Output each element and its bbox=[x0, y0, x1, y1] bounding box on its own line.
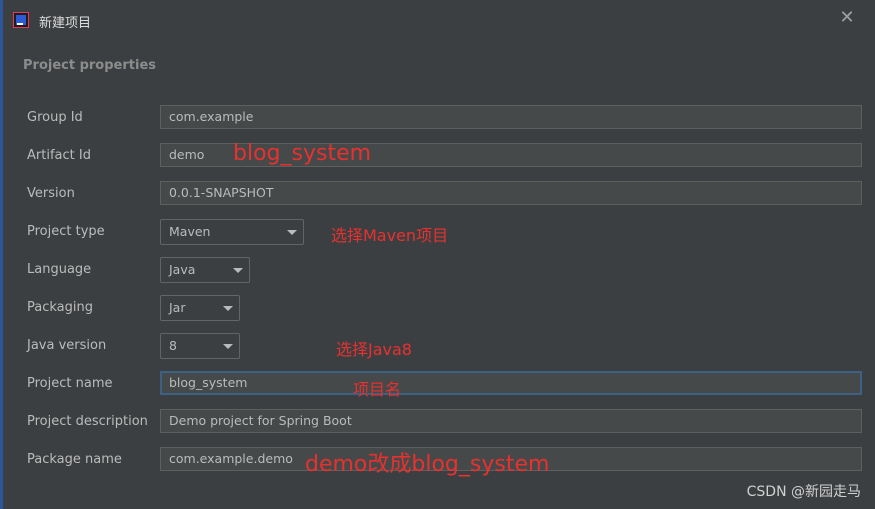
title-bar: 新建项目 ✕ bbox=[3, 0, 875, 40]
csdn-watermark: CSDN @新园走马 bbox=[746, 484, 861, 500]
window-title: 新建项目 bbox=[39, 16, 92, 31]
project-type-label: Project type bbox=[27, 224, 105, 239]
packaging-label: Packaging bbox=[27, 300, 93, 315]
packaging-dropdown[interactable]: Jar bbox=[160, 295, 240, 321]
artifact-id-label: Artifact Id bbox=[27, 148, 91, 163]
annotation-package-name: demo改成blog_system bbox=[305, 452, 550, 477]
group-id-field[interactable]: com.example bbox=[160, 105, 862, 129]
project-name-field[interactable]: blog_system bbox=[160, 371, 862, 395]
group-id-label: Group Id bbox=[27, 110, 83, 125]
chevron-down-icon bbox=[223, 344, 233, 349]
chevron-down-icon bbox=[287, 230, 297, 235]
java-version-label: Java version bbox=[27, 338, 107, 353]
language-dropdown[interactable]: Java bbox=[160, 257, 250, 283]
annotation-artifact: blog_system bbox=[233, 141, 372, 166]
version-field[interactable]: 0.0.1-SNAPSHOT bbox=[160, 181, 862, 205]
section-title: Project properties bbox=[23, 58, 156, 73]
project-description-label: Project description bbox=[27, 414, 148, 429]
intellij-app-icon bbox=[13, 12, 29, 28]
language-label: Language bbox=[27, 262, 92, 277]
annotation-java-version: 选择Java8 bbox=[336, 340, 412, 359]
packaging-value: Jar bbox=[169, 300, 186, 315]
language-value: Java bbox=[169, 262, 196, 277]
project-type-dropdown[interactable]: Maven bbox=[160, 219, 304, 245]
annotation-project-type: 选择Maven项目 bbox=[331, 226, 449, 245]
java-version-dropdown[interactable]: 8 bbox=[160, 333, 240, 359]
annotation-project-name: 项目名 bbox=[353, 380, 402, 399]
close-icon[interactable]: ✕ bbox=[837, 8, 857, 28]
project-type-value: Maven bbox=[169, 224, 211, 239]
chevron-down-icon bbox=[233, 268, 243, 273]
new-project-dialog: 新建项目 ✕ Project properties Group Id com.e… bbox=[0, 0, 875, 509]
chevron-down-icon bbox=[223, 306, 233, 311]
package-name-label: Package name bbox=[27, 452, 122, 467]
version-label: Version bbox=[27, 186, 75, 201]
project-description-field[interactable]: Demo project for Spring Boot bbox=[160, 409, 862, 433]
java-version-value: 8 bbox=[169, 338, 177, 353]
project-name-label: Project name bbox=[27, 376, 113, 391]
